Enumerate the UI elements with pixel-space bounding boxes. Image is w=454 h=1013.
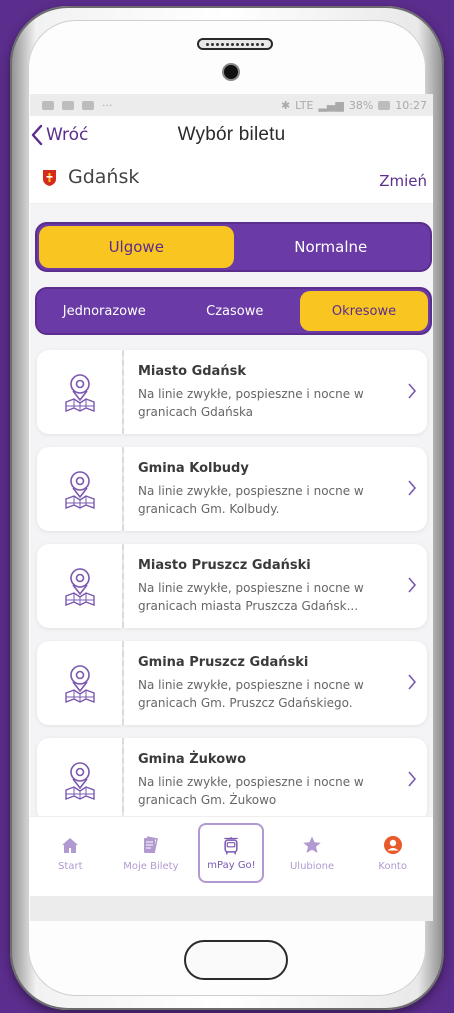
- map-pin-icon: [64, 374, 95, 412]
- tab-label: Konto: [378, 861, 407, 872]
- discount-type-switch: Ulgowe Normalne: [35, 222, 432, 272]
- signal-icon: ▂▄▆: [318, 98, 344, 112]
- tab-ulubione[interactable]: Ulubione: [272, 835, 353, 872]
- tab-label: Moje Bilety: [123, 861, 179, 872]
- battery-percent: 38%: [348, 98, 374, 112]
- tab-label: Start: [58, 861, 83, 872]
- ticket-card[interactable]: Miasto Pruszcz Gdański Na linie zwykłe, …: [37, 544, 427, 628]
- ticket-name: Miasto Pruszcz Gdański: [138, 558, 311, 573]
- change-city-button[interactable]: Zmień: [379, 172, 427, 190]
- ticket-card[interactable]: Gmina Kolbudy Na linie zwykłe, pospieszn…: [37, 447, 427, 531]
- tab-moje-bilety[interactable]: Moje Bilety: [111, 835, 192, 872]
- tab-konto[interactable]: Konto: [352, 835, 433, 872]
- chevron-right-icon: [408, 383, 417, 399]
- home-button[interactable]: [184, 940, 288, 980]
- bottom-tab-bar: Start Moje Bilety mPay Go! Ulubione Kont…: [30, 816, 433, 896]
- ticket-name: Gmina Kolbudy: [138, 461, 249, 476]
- gdansk-crest-icon: [43, 170, 56, 186]
- network-label: LTE: [295, 98, 314, 112]
- earpiece-speaker: [197, 38, 273, 50]
- ticket-description: Na linie zwykłe, pospieszne i nocne w gr…: [138, 678, 364, 710]
- map-pin-icon: [64, 568, 95, 606]
- ticket-card[interactable]: Gmina Żukowo Na linie zwykłe, pospieszne…: [37, 738, 427, 822]
- ticket-description: Na linie zwykłe, pospieszne i nocne w gr…: [138, 581, 364, 613]
- clock: 10:27: [395, 98, 427, 112]
- ticket-name: Gmina Pruszcz Gdański: [138, 655, 309, 670]
- android-nav-strip: [30, 896, 433, 921]
- chevron-right-icon: [408, 480, 417, 496]
- bus-icon: [224, 836, 239, 854]
- ticket-name: Gmina Żukowo: [138, 752, 247, 767]
- account-icon: [383, 836, 402, 854]
- tab-czasowe[interactable]: Czasowe: [170, 291, 301, 331]
- image-notification-icon: [42, 100, 54, 110]
- ticket-card[interactable]: Miasto Gdańsk Na linie zwykłe, pospieszn…: [37, 350, 427, 434]
- ticket-description: Na linie zwykłe, pospieszne i nocne w gr…: [138, 775, 364, 807]
- star-icon: [303, 836, 321, 853]
- city-selector: Gdańsk Zmień: [30, 152, 433, 204]
- tab-mpay-go[interactable]: mPay Go!: [191, 823, 272, 883]
- home-icon: [62, 838, 79, 853]
- tab-normalne[interactable]: Normalne: [234, 226, 429, 268]
- tab-start[interactable]: Start: [30, 835, 111, 872]
- bluetooth-icon: ✱: [280, 98, 291, 112]
- front-camera: [224, 65, 238, 79]
- sync-notification-icon: [82, 100, 94, 110]
- battery-icon: [378, 100, 391, 110]
- chevron-right-icon: [408, 577, 417, 593]
- city-name: Gdańsk: [68, 166, 140, 188]
- more-notifications-icon: ···: [102, 98, 113, 112]
- chevron-right-icon: [408, 674, 417, 690]
- tab-okresowe[interactable]: Okresowe: [300, 291, 428, 331]
- map-pin-icon: [64, 762, 95, 800]
- map-pin-icon: [64, 665, 95, 703]
- ticket-name: Miasto Gdańsk: [138, 364, 246, 379]
- map-pin-icon: [64, 471, 95, 509]
- ticket-description: Na linie zwykłe, pospieszne i nocne w gr…: [138, 387, 364, 419]
- tab-label: mPay Go!: [207, 859, 256, 871]
- page-title: Wybór biletu: [177, 124, 286, 145]
- ticket-period-switch: Jednorazowe Czasowe Okresowe: [35, 287, 432, 335]
- ticket-description: Na linie zwykłe, pospieszne i nocne w gr…: [138, 484, 364, 516]
- tab-label: Ulubione: [289, 861, 335, 872]
- tickets-icon: [143, 836, 158, 854]
- app-header: Wróć Wybór biletu: [30, 116, 433, 152]
- app-screen: ··· ✱ LTE ▂▄▆ 38% 10:27 Wróć Wybór bilet…: [30, 94, 433, 921]
- cloud-notification-icon: [62, 100, 74, 110]
- tab-ulgowe[interactable]: Ulgowe: [39, 226, 234, 268]
- ticket-card[interactable]: Gmina Pruszcz Gdański Na linie zwykłe, p…: [37, 641, 427, 725]
- tab-jednorazowe[interactable]: Jednorazowe: [39, 291, 170, 331]
- chevron-right-icon: [408, 771, 417, 787]
- status-bar: ··· ✱ LTE ▂▄▆ 38% 10:27: [30, 94, 433, 116]
